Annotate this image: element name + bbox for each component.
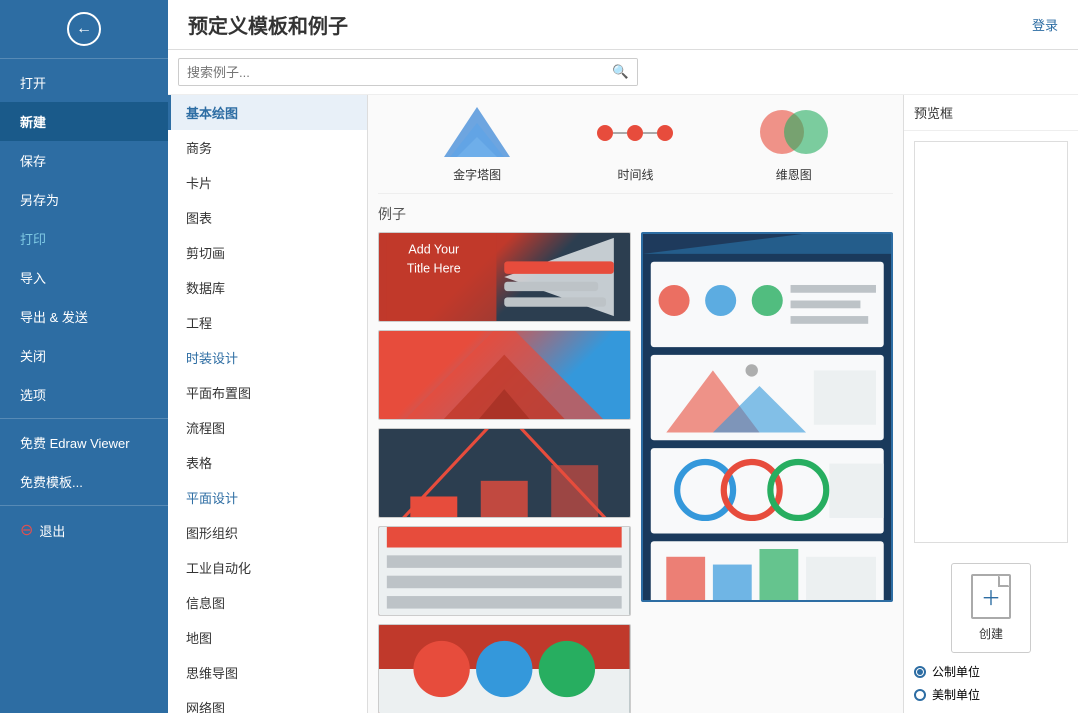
back-button[interactable]: ← [67,12,101,46]
preview-title: 预览框 [904,95,1078,131]
example-thumb-selected[interactable]: → → 1 2 3 4 [641,232,894,602]
sidebar-menu: 打开 新建 保存 另存为 打印 导入 导出 & 发送 关闭 选项 免费 Edra… [0,59,168,713]
sidebar-divider [0,418,168,419]
search-button[interactable]: 🔍 [604,59,637,85]
category-chart[interactable]: 图表 [168,200,367,235]
category-mindmap[interactable]: 思维导图 [168,655,367,690]
search-container: 🔍 [168,50,1078,95]
create-button[interactable]: ＋ 创建 [951,563,1031,653]
sidebar-item-saveas[interactable]: 另存为 [0,180,168,219]
example-thumb-4[interactable] [378,526,631,616]
sidebar-item-import[interactable]: 导入 [0,258,168,297]
sidebar-item-print[interactable]: 打印 [0,219,168,258]
examples-grid: Add Your Title Here [378,232,893,713]
category-infographic[interactable]: 信息图 [168,585,367,620]
sidebar-item-template[interactable]: 免费模板... [0,462,168,501]
preview-box [914,141,1068,543]
examples-label: 例子 [378,204,893,224]
category-card[interactable]: 卡片 [168,165,367,200]
category-engineering[interactable]: 工程 [168,305,367,340]
sidebar-item-options[interactable]: 选项 [0,375,168,414]
create-icon: ＋ [971,574,1011,619]
sidebar-item-open[interactable]: 打开 [0,63,168,102]
example-col-left: Add Your Title Here [378,232,631,713]
category-business[interactable]: 商务 [168,130,367,165]
category-industrial[interactable]: 工业自动化 [168,550,367,585]
radio-imperial [914,689,926,701]
category-flowchart[interactable]: 流程图 [168,410,367,445]
svg-text:Title Here: Title Here [407,261,461,275]
unit-imperial-label: 美制单位 [932,686,980,703]
templates-panel: 金字塔图 时间线 [368,95,903,713]
pyramid-svg [442,105,512,160]
venn-image [754,105,834,160]
sidebar-back: ← [0,0,168,59]
venn-label: 维恩图 [776,166,812,183]
sidebar-item-export[interactable]: 导出 & 发送 [0,297,168,336]
timeline-label: 时间线 [617,166,653,183]
thumb-timeline[interactable]: 时间线 [595,105,675,183]
venn-svg [754,105,834,160]
login-link[interactable]: 登录 [1032,15,1058,34]
example-thumb-3[interactable] [378,428,631,518]
unit-metric-label: 公制单位 [932,663,980,680]
page-title: 预定义模板和例子 [188,10,348,39]
top-thumbnails: 金字塔图 时间线 [378,105,893,194]
unit-options: 公制单位 美制单位 [904,663,1078,713]
unit-metric[interactable]: 公制单位 [914,663,1068,680]
radio-metric [914,666,926,678]
example-thumb-1[interactable]: Add Your Title Here [378,232,631,322]
sidebar-item-viewer[interactable]: 免费 Edraw Viewer [0,423,168,462]
thumb-pyramid[interactable]: 金字塔图 [437,105,517,183]
main-area: 预定义模板和例子 登录 🔍 基本绘图 商务 卡片 图表 剪切画 数据库 工程 时… [168,0,1078,713]
svg-text:Add Your: Add Your [408,243,459,257]
category-database[interactable]: 数据库 [168,270,367,305]
timeline-image [595,105,675,160]
sidebar-item-exit[interactable]: ⊖ 退出 [0,510,168,550]
exit-icon: ⊖ [20,520,33,540]
category-floorplan[interactable]: 平面布置图 [168,375,367,410]
thumb-venn[interactable]: 维恩图 [754,105,834,183]
category-basic[interactable]: 基本绘图 [168,95,367,130]
preview-panel: 预览框 ＋ 创建 公制单位 美制单位 [903,95,1078,713]
example-col-right: → → 1 2 3 4 [641,232,894,713]
create-label: 创建 [979,625,1003,642]
category-cutting[interactable]: 剪切画 [168,235,367,270]
category-fashion[interactable]: 时装设计 [168,340,367,375]
sidebar: ← 打开 新建 保存 另存为 打印 导入 导出 & 发送 关闭 选项 免费 Ed… [0,0,168,713]
category-graphic[interactable]: 图形组织 [168,515,367,550]
preview-actions: ＋ 创建 [904,553,1078,663]
content-layout: 基本绘图 商务 卡片 图表 剪切画 数据库 工程 时装设计 平面布置图 流程图 … [168,95,1078,713]
main-header: 预定义模板和例子 登录 [168,0,1078,50]
category-network[interactable]: 网络图 [168,690,367,713]
unit-imperial[interactable]: 美制单位 [914,686,1068,703]
pyramid-image [437,105,517,160]
category-flatdesign[interactable]: 平面设计 [168,480,367,515]
category-map[interactable]: 地图 [168,620,367,655]
examples-section: 例子 Add Your Title Here [378,204,893,713]
sidebar-item-save[interactable]: 保存 [0,141,168,180]
sidebar-item-new[interactable]: 新建 [0,102,168,141]
category-table[interactable]: 表格 [168,445,367,480]
search-input[interactable] [179,60,604,85]
search-bar: 🔍 [178,58,638,86]
example-thumb-2[interactable] [378,330,631,420]
pyramid-label: 金字塔图 [453,166,501,183]
sidebar-divider-2 [0,505,168,506]
exit-label: 退出 [39,521,65,540]
timeline-svg [595,108,675,158]
example-thumb-5[interactable] [378,624,631,713]
category-panel: 基本绘图 商务 卡片 图表 剪切画 数据库 工程 时装设计 平面布置图 流程图 … [168,95,368,713]
sidebar-item-close[interactable]: 关闭 [0,336,168,375]
